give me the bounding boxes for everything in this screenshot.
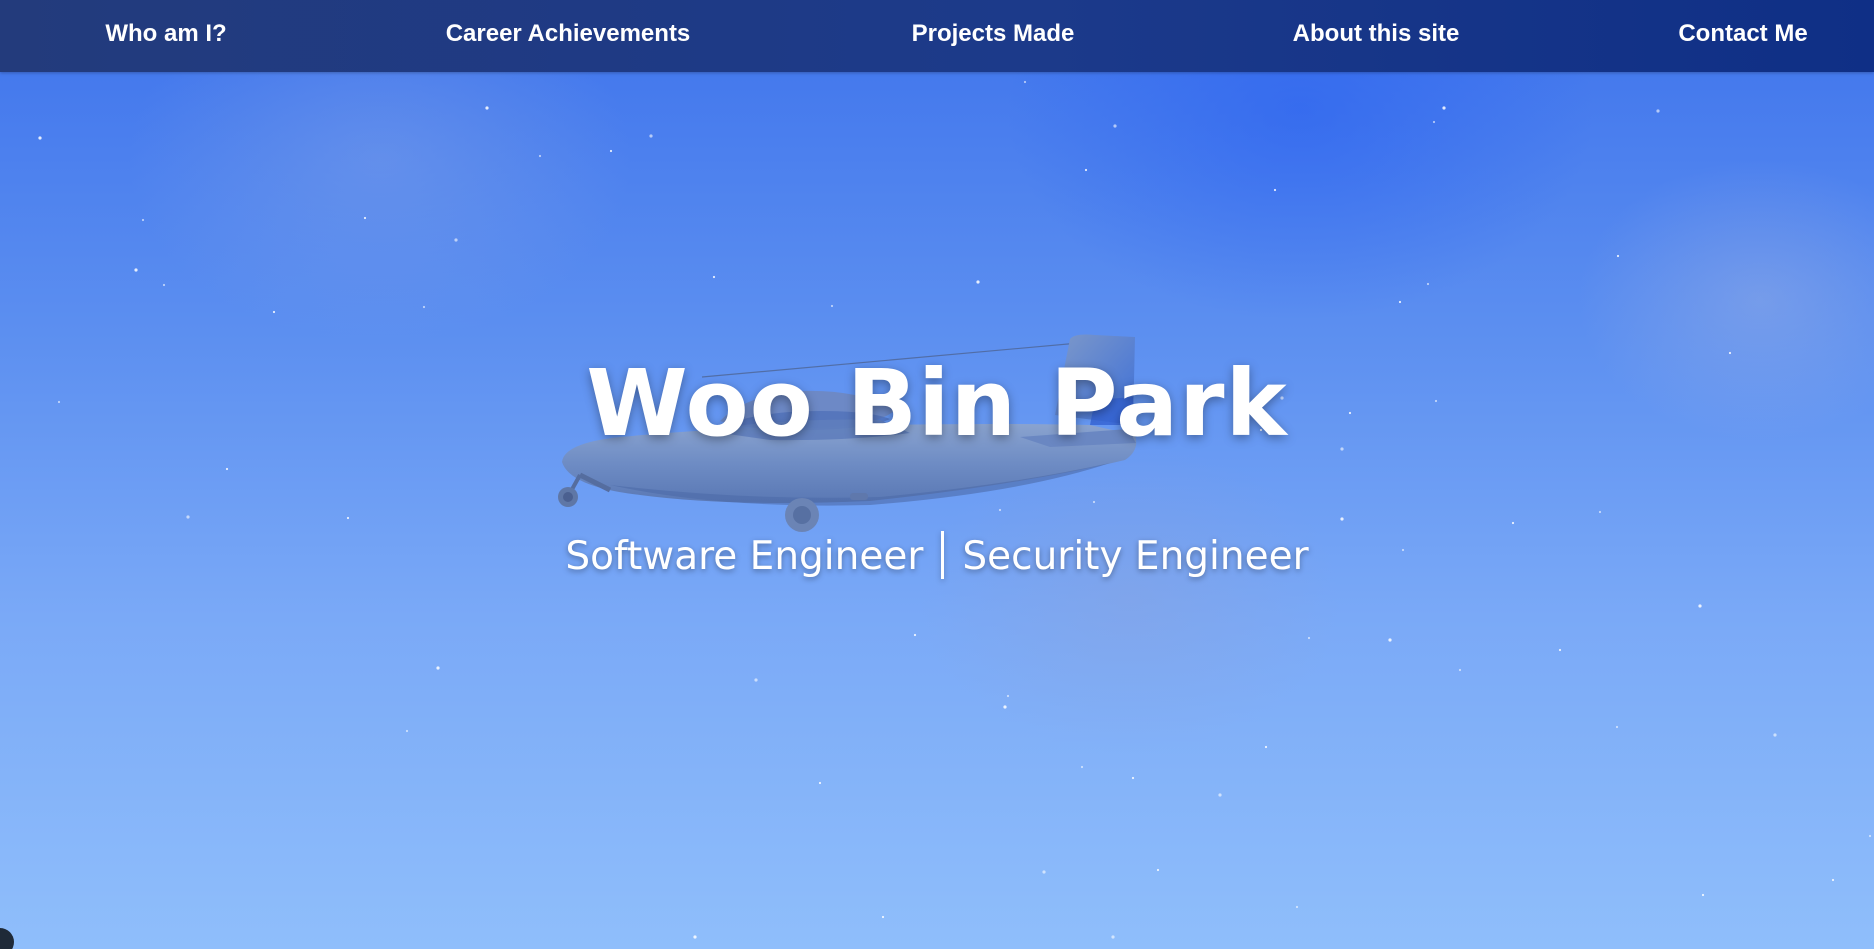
nav-about-this-site[interactable]: About this site [1293,0,1460,68]
nav-career-achievements[interactable]: Career Achievements [446,0,691,68]
nav-contact-me[interactable]: Contact Me [1678,0,1807,68]
hero-section: Woo Bin Park Software Engineer Security E… [0,0,1874,949]
role-security-engineer: Security Engineer [962,534,1309,579]
nav-who-am-i[interactable]: Who am I? [105,0,226,68]
role-software-engineer: Software Engineer [565,534,924,579]
portfolio-page: Who am I? Career Achievements Projects M… [0,0,1874,949]
top-navbar: Who am I? Career Achievements Projects M… [0,0,1874,72]
hero-name: Woo Bin Park [586,350,1288,457]
hero-subtitle: Software Engineer Security Engineer [0,531,1874,579]
subtitle-divider [941,531,945,579]
nav-projects-made[interactable]: Projects Made [912,0,1075,68]
